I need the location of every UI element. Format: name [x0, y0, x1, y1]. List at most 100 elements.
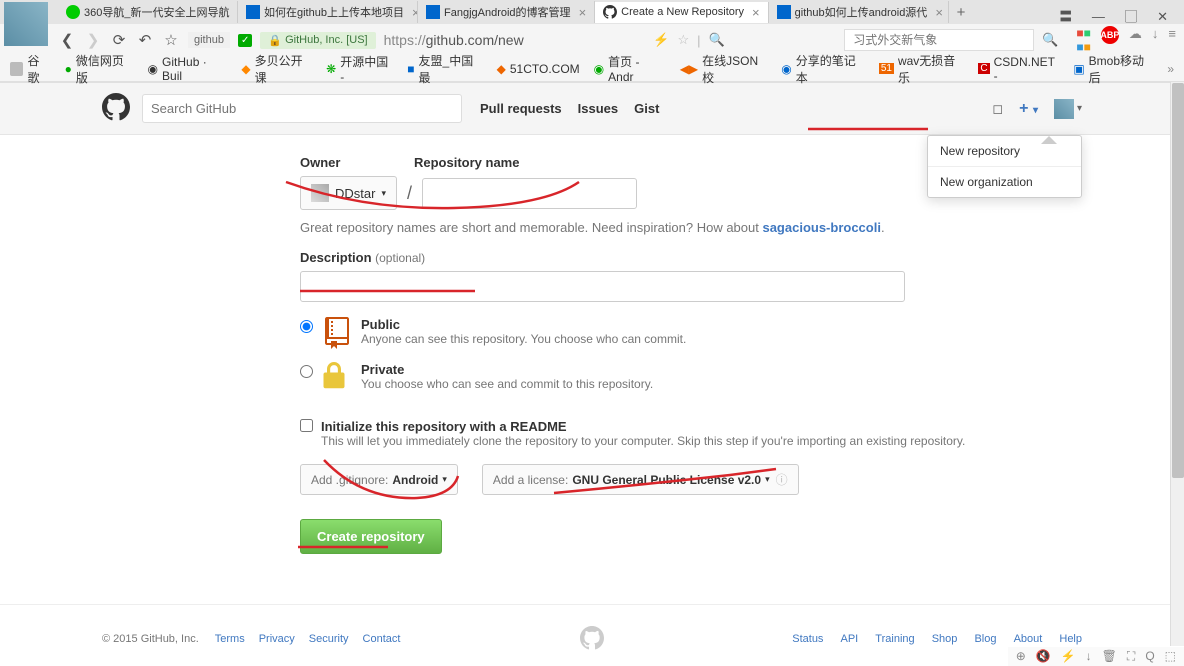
menu-new-repository[interactable]: New repository — [928, 136, 1081, 167]
browser-tab[interactable]: github如何上传android源代 × — [769, 1, 949, 23]
nav-gist[interactable]: Gist — [634, 101, 659, 116]
bookmark-overflow-icon[interactable]: » — [1167, 62, 1174, 76]
status-trash-icon[interactable]: 🗑 — [1102, 649, 1117, 664]
name-suggestion-link[interactable]: sagacious-broccoli — [762, 220, 880, 235]
bookmark-label: 友盟_中国最 — [419, 52, 483, 86]
footer-link-privacy[interactable]: Privacy — [259, 633, 295, 645]
umeng-icon: ■ — [407, 62, 414, 76]
apps-icon[interactable]: ■■■■ — [1076, 26, 1091, 54]
cloud-icon[interactable]: ☁ — [1129, 26, 1142, 54]
browser-tab-active[interactable]: Create a New Repository × — [595, 2, 768, 23]
repo-name-label: Repository name — [414, 155, 519, 170]
status-fullscreen-icon[interactable]: ⛶ — [1127, 649, 1135, 664]
browser-tab[interactable]: 360导航_新一代安全上网导航 × — [58, 1, 238, 23]
footer-link-shop[interactable]: Shop — [932, 633, 958, 645]
status-download-icon[interactable]: ↓ — [1086, 649, 1092, 664]
status-mute-icon[interactable]: 🔇 — [1036, 649, 1051, 664]
bookmark-label: GitHub · Buil — [162, 55, 227, 83]
owner-selector[interactable]: DDstar ▾ — [300, 176, 397, 210]
num-icon: 51 — [879, 63, 894, 74]
bmob-icon: ▣ — [1073, 62, 1084, 76]
footer-link-terms[interactable]: Terms — [215, 633, 245, 645]
private-radio[interactable] — [300, 365, 313, 378]
bookmark-item[interactable]: ◆多贝公开课 — [241, 52, 312, 86]
tab-close-icon[interactable]: × — [935, 5, 943, 20]
flash-icon[interactable]: ⚡ — [653, 32, 669, 48]
status-add-icon[interactable]: ⊕ — [1016, 649, 1026, 664]
bookmark-item[interactable]: ▣Bmob移动后 — [1073, 52, 1153, 86]
public-radio[interactable] — [300, 320, 313, 333]
nav-issues[interactable]: Issues — [578, 101, 618, 116]
footer-link-status[interactable]: Status — [792, 633, 823, 645]
create-dropdown-button[interactable]: + ▾ — [1019, 100, 1038, 118]
description-input[interactable] — [300, 271, 905, 302]
bookmark-item[interactable]: ◉GitHub · Buil — [148, 55, 228, 83]
forward-button[interactable]: ❯ — [84, 31, 102, 49]
notifications-icon[interactable]: ◻ — [992, 101, 1003, 117]
bookmark-item[interactable]: ◆51CTO.COM — [497, 62, 580, 76]
bookmark-item[interactable]: 51wav无损音乐 — [879, 52, 965, 86]
https-lock-badge[interactable]: 🔒 GitHub, Inc. [US] — [260, 32, 375, 49]
url-display[interactable]: https://github.com/new — [384, 32, 524, 48]
footer-link-contact[interactable]: Contact — [363, 633, 401, 645]
private-title: Private — [361, 362, 653, 377]
menu-icon[interactable]: ≡ — [1168, 26, 1176, 54]
create-repository-button[interactable]: Create repository — [300, 519, 442, 554]
scrollbar-thumb[interactable] — [1172, 83, 1184, 478]
status-accel-icon[interactable]: ⚡ — [1061, 649, 1076, 664]
search-go-icon[interactable]: 🔍 — [1042, 32, 1058, 48]
github-footer-logo-icon[interactable] — [580, 626, 604, 653]
window-controls[interactable]: 〓 — ▢ ✕ — [1059, 6, 1176, 25]
tab-close-icon[interactable]: × — [579, 5, 587, 20]
nav-pull-requests[interactable]: Pull requests — [480, 101, 562, 116]
footer-link-blog[interactable]: Blog — [974, 633, 996, 645]
license-label: Add a license: — [493, 473, 568, 487]
favicon-icon — [426, 5, 440, 19]
search-icon[interactable]: 🔍 — [708, 32, 724, 48]
path-separator: / — [407, 183, 412, 204]
user-menu-button[interactable]: ▾ — [1054, 99, 1082, 119]
status-zoom-icon[interactable]: Q — [1145, 649, 1154, 664]
browser-tab[interactable]: FangjgAndroid的博客管理 × — [418, 1, 595, 23]
footer-link-training[interactable]: Training — [875, 633, 914, 645]
status-100-icon[interactable]: ⬚ — [1165, 649, 1176, 664]
oschina-icon: ❋ — [326, 62, 336, 76]
bookmark-item[interactable]: ❋开源中国 - — [326, 53, 393, 84]
license-selector[interactable]: Add a license: GNU General Public Licens… — [482, 464, 799, 495]
bookmark-item[interactable]: ■ 友盟_中国最 — [407, 52, 482, 86]
footer-link-about[interactable]: About — [1014, 633, 1043, 645]
reload-button[interactable]: ⟳ — [110, 31, 128, 49]
user-avatar-icon — [1054, 99, 1074, 119]
menu-new-organization[interactable]: New organization — [928, 167, 1081, 197]
footer-link-help[interactable]: Help — [1059, 633, 1082, 645]
gitignore-selector[interactable]: Add .gitignore: Android ▾ — [300, 464, 458, 495]
bookmark-item[interactable]: CCSDN.NET - — [978, 55, 1059, 83]
caret-down-icon: ▾ — [442, 474, 447, 485]
browser-tab[interactable]: 如何在github上上传本地项目 × — [238, 1, 418, 23]
undo-button[interactable]: ↶ — [136, 31, 154, 49]
tab-close-icon[interactable]: × — [752, 5, 760, 20]
back-button[interactable]: ❮ — [58, 31, 76, 49]
bookmark-item[interactable]: 谷歌 — [10, 52, 51, 86]
star-button[interactable]: ☆ — [162, 31, 180, 49]
footer-link-security[interactable]: Security — [309, 633, 349, 645]
repository-name-input[interactable] — [422, 178, 637, 209]
readme-title: Initialize this repository with a README — [321, 419, 965, 434]
bookmark-item[interactable]: ◉分享的笔记本 — [781, 52, 865, 86]
footer-link-api[interactable]: API — [841, 633, 859, 645]
adblock-icon[interactable]: ABP — [1101, 26, 1119, 44]
readme-checkbox[interactable] — [300, 419, 313, 432]
bookmark-item[interactable]: ●微信网页版 — [65, 52, 134, 86]
page-scrollbar[interactable] — [1170, 82, 1184, 646]
bookmark-item[interactable]: ◀▶在线JSON校 — [680, 52, 768, 86]
browser-user-avatar[interactable] — [4, 2, 48, 46]
github-logo-icon[interactable] — [102, 93, 130, 124]
wechat-icon: ● — [65, 62, 72, 76]
github-search-input[interactable] — [142, 94, 462, 123]
star-icon[interactable]: ☆ — [677, 32, 689, 48]
bookmark-item[interactable]: ◉首页 - Andr — [594, 53, 666, 84]
browser-search-input[interactable] — [844, 29, 1034, 51]
info-icon[interactable]: ⓘ — [776, 471, 788, 488]
download-icon[interactable]: ↓ — [1152, 26, 1159, 54]
new-tab-button[interactable]: + — [949, 4, 974, 21]
